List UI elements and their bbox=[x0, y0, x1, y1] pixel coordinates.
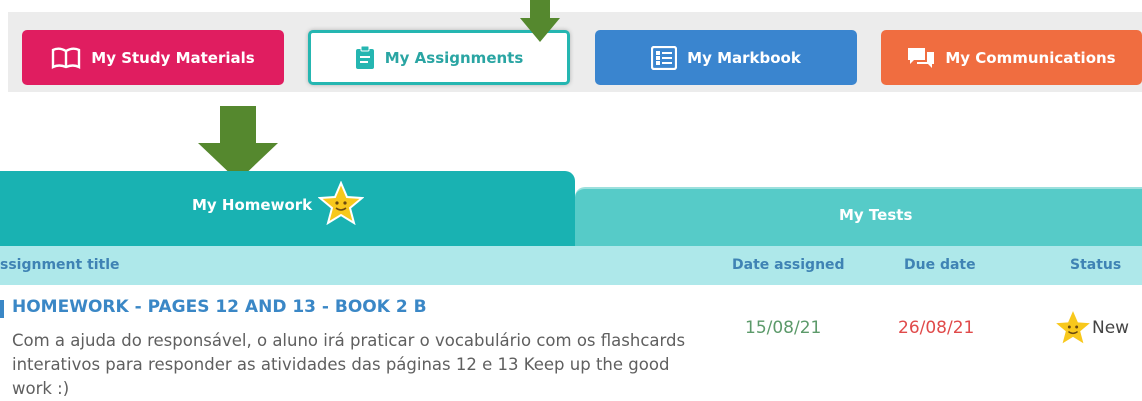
date-assigned-value: 15/08/21 bbox=[745, 318, 822, 338]
star-icon bbox=[318, 181, 364, 225]
assignments-label: My Assignments bbox=[384, 48, 524, 67]
col-status: Status bbox=[1070, 257, 1122, 273]
assignment-description: Com a ajuda do responsável, o aluno irá … bbox=[12, 331, 686, 398]
book-icon bbox=[52, 47, 81, 69]
chat-bubbles-icon bbox=[908, 47, 935, 68]
clipboard-icon bbox=[355, 45, 374, 69]
assignment-title-link[interactable]: HOMEWORK - PAGES 12 AND 13 - BOOK 2 B bbox=[12, 297, 427, 317]
tab-tests-label: My Tests bbox=[839, 206, 913, 224]
tab-homework-label: My Homework bbox=[192, 196, 313, 214]
markbook-label: My Markbook bbox=[687, 48, 801, 67]
due-date-value: 26/08/21 bbox=[898, 318, 975, 338]
status-value: New bbox=[1092, 318, 1130, 338]
col-date-assigned: Date assigned bbox=[732, 257, 845, 273]
col-assignment-title: ssignment title bbox=[0, 257, 120, 273]
communications-label: My Communications bbox=[945, 48, 1116, 67]
markbook-button[interactable]: My Markbook bbox=[595, 30, 857, 85]
col-due-date: Due date bbox=[904, 257, 976, 273]
study-materials-button[interactable]: My Study Materials bbox=[22, 30, 284, 85]
row-marker bbox=[0, 300, 4, 318]
tab-my-tests[interactable]: My Tests bbox=[575, 187, 1142, 246]
study-materials-label: My Study Materials bbox=[91, 48, 255, 67]
tab-my-homework[interactable]: My Homework bbox=[0, 171, 575, 246]
new-star-icon bbox=[1052, 306, 1094, 348]
communications-button[interactable]: My Communications bbox=[881, 30, 1142, 85]
checklist-icon bbox=[651, 45, 678, 70]
